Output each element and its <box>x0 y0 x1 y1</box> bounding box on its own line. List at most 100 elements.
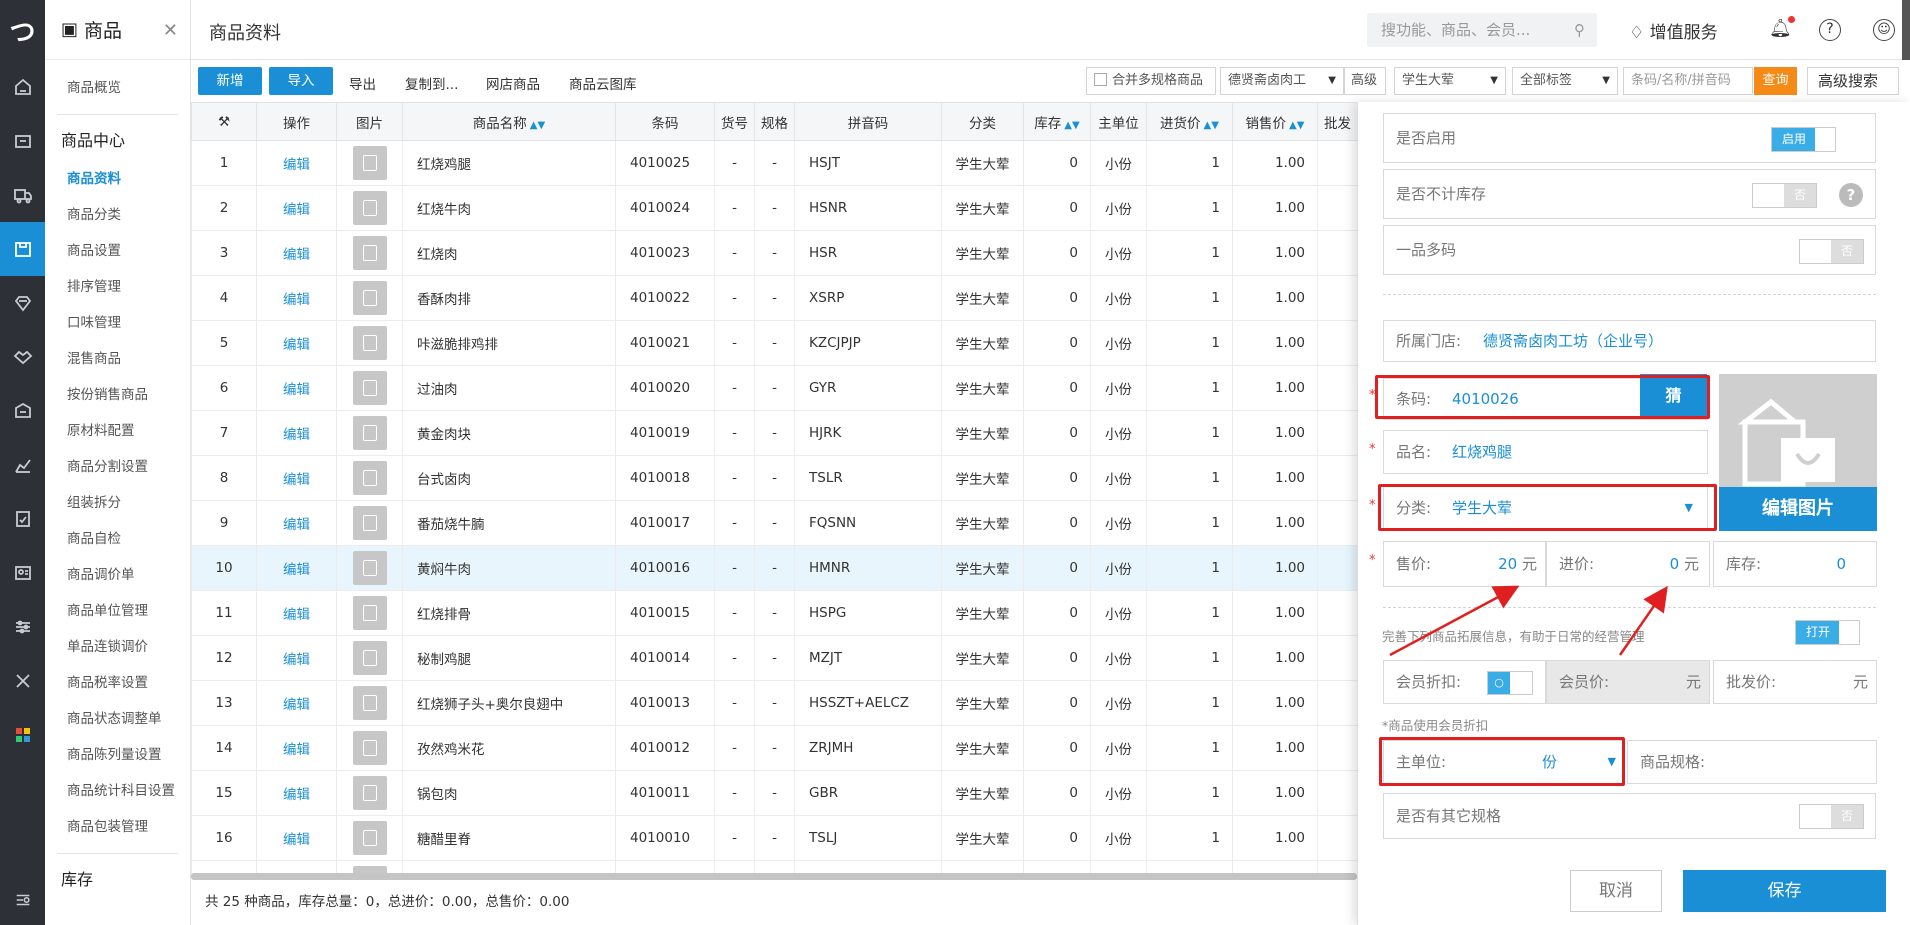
edit-link[interactable]: 编辑 <box>256 725 337 771</box>
submenu-item[interactable]: 排序管理 <box>45 269 190 305</box>
spec-field[interactable]: 商品规格: <box>1627 740 1877 784</box>
table-row[interactable]: 2 编辑 红烧牛肉 4010024- - HSNR 学生大荤 0 小份 1 1.00 <box>191 185 1357 231</box>
edit-link[interactable]: 编辑 <box>256 365 337 411</box>
edit-link[interactable]: 编辑 <box>256 590 337 636</box>
submenu-item[interactable]: 单品连锁调价 <box>45 629 190 665</box>
table-row[interactable]: 1 编辑 红烧鸡腿 4010025- - HSJT 学生大荤 0 小份 1 1.00 <box>191 140 1357 186</box>
submenu-item[interactable]: 商品状态调整单 <box>45 701 190 737</box>
id-card-icon[interactable] <box>0 546 45 600</box>
category-select[interactable]: 学生大荤 ▼ <box>1394 67 1506 95</box>
sort-icon[interactable]: ▲▼ <box>1204 120 1219 131</box>
price-field[interactable]: 售价: 20 元 <box>1383 541 1546 587</box>
cost-field[interactable]: 进价: 0 元 <box>1546 541 1710 587</box>
edit-link[interactable]: 编辑 <box>256 455 337 501</box>
edit-link[interactable]: 编辑 <box>256 815 337 861</box>
edit-link[interactable]: 编辑 <box>256 275 337 321</box>
export-link[interactable]: 导出 <box>349 73 376 93</box>
table-row[interactable]: 3 编辑 红烧肉 4010023- - HSR 学生大荤 0 小份 1 1.00 <box>191 230 1357 276</box>
table-row[interactable]: 4 编辑 香酥肉排 4010022- - XSRP 学生大荤 0 小份 1 1.00 <box>191 275 1357 321</box>
table-row[interactable]: 14 编辑 孜然鸡米花 4010012- - ZRJMH 学生大荤 0 小份 1 1.00 <box>191 725 1357 771</box>
edit-link[interactable]: 编辑 <box>256 410 337 456</box>
submenu-item[interactable]: 口味管理 <box>45 305 190 341</box>
table-horizontal-scrollbar[interactable] <box>191 873 1357 880</box>
goods-icon[interactable] <box>0 222 45 276</box>
advanced-search-button[interactable]: 高级搜索 <box>1807 67 1899 95</box>
table-row[interactable]: 6 编辑 过油肉 4010020- - GYR 学生大荤 0 小份 1 1.00 <box>191 365 1357 411</box>
edit-link[interactable]: 编辑 <box>256 680 337 726</box>
enabled-toggle[interactable]: 启用 <box>1771 127 1836 152</box>
member-discount-toggle[interactable]: ○ <box>1487 671 1533 695</box>
cancel-button[interactable]: 取消 <box>1570 870 1662 912</box>
query-button[interactable]: 查询 <box>1754 67 1797 95</box>
submenu-item[interactable]: 商品设置 <box>45 233 190 269</box>
close-icon[interactable]: ✕ <box>163 20 178 41</box>
table-row[interactable]: 12 编辑 秘制鸡腿 4010014- - MZJT 学生大荤 0 小份 1 1.00 <box>191 635 1357 681</box>
name-value[interactable]: 红烧鸡腿 <box>1452 431 1512 473</box>
import-button[interactable]: 导入 <box>269 67 333 95</box>
submenu-item[interactable]: 商品自检 <box>45 521 190 557</box>
other-spec-toggle[interactable]: 否 <box>1799 804 1864 829</box>
column-header-stock[interactable]: 库存 ▲▼ <box>1023 102 1091 141</box>
submenu-item[interactable]: 商品分类 <box>45 197 190 233</box>
submenu-item[interactable]: 商品资料 <box>45 161 190 197</box>
column-header-name[interactable]: 商品名称 ▲▼ <box>402 102 616 141</box>
price-value[interactable]: 20 <box>1498 555 1517 573</box>
submenu-item-overview[interactable]: 商品概览 <box>45 70 190 106</box>
edit-link[interactable]: 编辑 <box>256 545 337 591</box>
table-row[interactable]: 10 编辑 黄焖牛肉 4010016- - HMNR 学生大荤 0 小份 1 1.00 <box>191 545 1357 591</box>
search-icon[interactable]: ⚲ <box>1574 13 1585 47</box>
multi-code-toggle[interactable]: 否 <box>1799 239 1864 264</box>
column-settings-icon[interactable]: ⚒ <box>191 102 257 141</box>
no-stock-toggle[interactable]: 否 <box>1752 183 1817 208</box>
cost-value-wrap[interactable]: 0 元 <box>1670 542 1699 586</box>
document-icon[interactable] <box>0 492 45 546</box>
advanced-filter-button[interactable]: 高级 <box>1344 67 1386 95</box>
cloud-gallery-link[interactable]: 商品云图库 <box>569 73 637 93</box>
table-row[interactable]: 16 编辑 糖醋里脊 4010010- - TSLJ 学生大荤 0 小份 1 1.00 <box>191 815 1357 861</box>
edit-link[interactable]: 编辑 <box>256 140 337 186</box>
window-scrollbar[interactable] <box>1902 0 1910 60</box>
wholesale-price-field[interactable]: 批发价: 元 <box>1713 660 1877 704</box>
submenu-item[interactable]: 商品统计科目设置 <box>45 773 190 809</box>
edit-link[interactable]: 编辑 <box>256 635 337 681</box>
edit-link[interactable]: 编辑 <box>256 185 337 231</box>
submenu-item[interactable]: 商品税率设置 <box>45 665 190 701</box>
delivery-icon[interactable] <box>0 168 45 222</box>
submenu-item[interactable]: 按份销售商品 <box>45 377 190 413</box>
tag-select[interactable]: 全部标签 ▼ <box>1512 67 1618 95</box>
name-field[interactable]: 品名: 红烧鸡腿 <box>1383 430 1708 474</box>
value-service-button[interactable]: ♢ 增值服务 <box>1629 18 1718 43</box>
sort-icon[interactable]: ▲▼ <box>1064 120 1079 131</box>
handshake-icon[interactable] <box>0 330 45 384</box>
price-value-wrap[interactable]: 20 元 <box>1498 542 1537 586</box>
table-row[interactable]: 15 编辑 锅包肉 4010011- - GBR 学生大荤 0 小份 1 1.00 <box>191 770 1357 816</box>
global-search-input[interactable]: 搜功能、商品、会员... ⚲ <box>1367 13 1597 47</box>
submenu-item[interactable]: 商品单位管理 <box>45 593 190 629</box>
marketing-icon[interactable] <box>0 384 45 438</box>
sort-icon[interactable]: ▲▼ <box>530 120 545 131</box>
copy-to-link[interactable]: 复制到... <box>405 73 458 93</box>
product-image-box[interactable]: 编辑图片 <box>1719 374 1877 531</box>
table-row[interactable]: 8 编辑 台式卤肉 4010018- - TSLR 学生大荤 0 小份 1 1.00 <box>191 455 1357 501</box>
user-icon[interactable]: ☺ <box>1873 19 1895 41</box>
cashier-icon[interactable] <box>0 114 45 168</box>
extend-toggle[interactable]: 打开 <box>1795 620 1860 645</box>
apps-icon[interactable] <box>0 708 45 762</box>
edit-link[interactable]: 编辑 <box>256 770 337 816</box>
table-row[interactable]: 11 编辑 红烧排骨 4010015- - HSPG 学生大荤 0 小份 1 1.00 <box>191 590 1357 636</box>
column-header-price[interactable]: 销售价 ▲▼ <box>1232 102 1318 141</box>
edit-link[interactable]: 编辑 <box>256 500 337 546</box>
store-select[interactable]: 德贤斋卤肉工 ▼ <box>1220 67 1344 95</box>
checkbox-square[interactable] <box>1094 73 1107 86</box>
column-header-cost[interactable]: 进货价 ▲▼ <box>1146 102 1233 141</box>
submenu-item[interactable]: 商品包装管理 <box>45 809 190 845</box>
submenu-item[interactable]: 商品陈列量设置 <box>45 737 190 773</box>
submenu-item[interactable]: 商品分割设置 <box>45 449 190 485</box>
add-button[interactable]: 新增 <box>198 67 262 95</box>
submenu-group-inventory[interactable]: 库存 <box>45 860 190 900</box>
merge-spec-checkbox[interactable]: 合并多规格商品 <box>1086 67 1216 95</box>
tools-icon[interactable] <box>0 654 45 708</box>
help-icon[interactable]: ? <box>1839 183 1863 207</box>
collapse-icon[interactable] <box>0 885 45 915</box>
home-icon[interactable] <box>0 60 45 114</box>
